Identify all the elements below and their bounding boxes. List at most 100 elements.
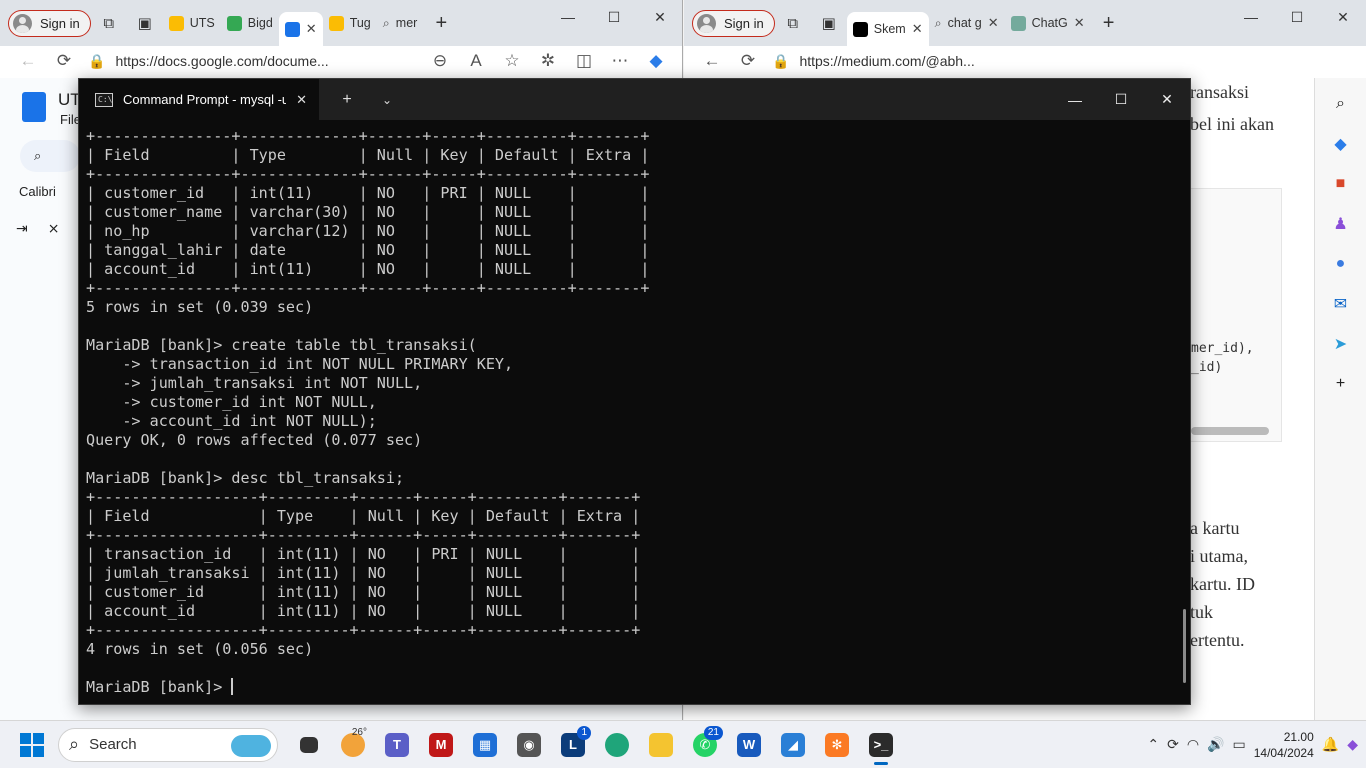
left-tab-mer[interactable]: ⌕ mer [377, 8, 424, 38]
right-tab-chatgpt[interactable]: ChatG ✕ [1005, 8, 1091, 38]
back-icon[interactable]: ← [10, 47, 46, 75]
chevron-up-icon[interactable]: ⌃ [1147, 736, 1159, 753]
code-block: mer_id), _id) [1190, 188, 1282, 442]
more-icon[interactable]: ⋯ [602, 47, 638, 75]
right-signin-button[interactable]: Sign in [692, 9, 775, 37]
terminal-scrollbar[interactable] [1183, 609, 1186, 683]
right-tab-chat-search[interactable]: ⌕ chat g ✕ [929, 8, 1005, 38]
minimize-icon[interactable]: — [1052, 79, 1098, 120]
windows-start-icon[interactable] [20, 732, 44, 757]
tab-close-icon[interactable]: ✕ [988, 15, 999, 31]
terminal-line: -> customer_id int NOT NULL, [86, 393, 377, 411]
tag-icon[interactable]: ◆ [1326, 128, 1356, 160]
mcafee-icon[interactable]: M [420, 725, 462, 765]
extensions-icon[interactable]: ✲ [530, 47, 566, 75]
maximize-icon[interactable]: ☐ [1274, 0, 1320, 34]
store-icon[interactable]: ▦ [464, 725, 506, 765]
command-prompt-window[interactable]: C:\ Command Prompt - mysql -u ✕ + ⌄ — ☐ ✕ … [78, 78, 1191, 705]
article-line: ransaksi [1190, 82, 1249, 102]
whatsapp-icon[interactable]: ✆ 21 [684, 725, 726, 765]
search-icon[interactable]: ⌕ [1326, 88, 1356, 120]
docs-search-menus[interactable]: ⌕ [20, 140, 80, 172]
edge-icon[interactable] [596, 725, 638, 765]
split-screen-icon[interactable]: ◫ [566, 47, 602, 75]
indent-icon[interactable]: ⇥ [16, 220, 28, 237]
maximize-icon[interactable]: ☐ [1098, 79, 1144, 120]
terminal-icon[interactable]: >_ [860, 725, 902, 765]
left-tab-bigd[interactable]: Bigd [221, 8, 279, 38]
font-selector[interactable]: Calibri [19, 184, 56, 199]
notification-bell-icon[interactable]: 🔔 [1322, 736, 1339, 753]
volume-icon[interactable]: 🔊 [1207, 736, 1224, 753]
terminal-tab[interactable]: C:\ Command Prompt - mysql -u ✕ [79, 79, 319, 120]
copilot-icon[interactable]: ◆ [638, 47, 674, 75]
battery-icon[interactable]: ▭ [1232, 736, 1245, 753]
l-app-icon[interactable]: L1 [552, 725, 594, 765]
games-icon[interactable]: ♟ [1326, 208, 1356, 240]
left-signin-button[interactable]: Sign in [8, 9, 91, 37]
tab-close-icon[interactable]: ✕ [1074, 15, 1085, 31]
terminal-output[interactable]: +---------------+-------------+------+--… [86, 127, 1178, 700]
whatsapp-badge: 21 [703, 725, 723, 740]
clock-time: 21.00 [1283, 729, 1314, 744]
workspaces-icon[interactable]: ⧉ [91, 8, 127, 38]
terminal-prompt-line[interactable]: MariaDB [bank]> [86, 678, 1178, 697]
workspaces-icon[interactable]: ⧉ [775, 8, 811, 38]
word-icon[interactable]: W [728, 725, 770, 765]
xampp-icon[interactable]: ✻ [816, 725, 858, 765]
terminal-line: | jumlah_transaksi | int(11) | NO | | NU… [86, 564, 641, 582]
right-tab-medium-active[interactable]: Skem ✕ [846, 12, 929, 46]
clock[interactable]: 21.00 14/04/2024 [1254, 729, 1314, 761]
clear-format-icon[interactable]: ⨯ [48, 220, 60, 237]
left-tab-uts[interactable]: UTS [163, 8, 221, 38]
tab-actions-icon[interactable]: ▣ [811, 8, 847, 38]
microsoft365-icon[interactable]: ● [1326, 248, 1356, 280]
new-tab-icon[interactable]: + [327, 91, 367, 109]
wifi-icon[interactable]: ◠ [1187, 736, 1199, 753]
close-icon[interactable]: ✕ [637, 0, 682, 34]
close-icon[interactable]: ✕ [1320, 0, 1366, 34]
left-address-bar[interactable]: 🔒 https://docs.google.com/docume... [82, 47, 329, 75]
cmd-icon: C:\ [95, 92, 113, 107]
tab-close-icon[interactable]: ✕ [912, 21, 923, 37]
favorite-icon[interactable]: ☆ [494, 47, 530, 75]
right-window-controls: — ☐ ✕ [1228, 0, 1366, 34]
copilot-icon[interactable]: ◆ [1347, 736, 1358, 753]
lock-icon: 🔒 [88, 52, 106, 69]
minimize-icon[interactable]: — [1228, 0, 1274, 34]
refresh-icon[interactable]: ⟳ [730, 47, 766, 75]
send-icon[interactable]: ➤ [1326, 328, 1356, 360]
outlook-icon[interactable]: ✉ [1326, 288, 1356, 320]
zoom-icon[interactable]: ⊖ [422, 47, 458, 75]
teams-icon[interactable]: T [376, 725, 418, 765]
tab-close-icon[interactable]: ✕ [306, 21, 317, 37]
new-tab-icon[interactable]: + [1091, 8, 1127, 38]
read-aloud-icon[interactable]: A [458, 47, 494, 75]
add-icon[interactable]: + [1326, 368, 1356, 400]
task-view-icon[interactable] [288, 725, 330, 765]
tab-close-icon[interactable]: ✕ [296, 92, 307, 108]
file-explorer-icon[interactable] [640, 725, 682, 765]
new-tab-icon[interactable]: + [423, 8, 459, 38]
search-icon: ⌕ [69, 734, 80, 754]
code-hscrollbar[interactable] [1191, 427, 1269, 435]
tools-icon[interactable]: ■ [1326, 168, 1356, 200]
right-address-bar[interactable]: 🔒 https://medium.com/@abh... [766, 47, 975, 75]
terminal-line: | transaction_id | int(11) | NO | PRI | … [86, 545, 641, 563]
sync-icon[interactable]: ⟳ [1167, 736, 1179, 753]
refresh-icon[interactable]: ⟳ [46, 47, 82, 75]
article-paragraph: a kartu i utama, kartu. ID tuk ertentu. [1190, 514, 1255, 654]
maximize-icon[interactable]: ☐ [591, 0, 637, 34]
camera-icon[interactable]: ◉ [508, 725, 550, 765]
left-tab-docs-active[interactable]: ✕ [278, 12, 323, 46]
minimize-icon[interactable]: — [545, 0, 591, 34]
back-icon[interactable]: ← [694, 47, 730, 75]
tab-actions-icon[interactable]: ▣ [127, 8, 163, 38]
lock-icon: 🔒 [772, 52, 790, 69]
paint-icon[interactable]: ◢ [772, 725, 814, 765]
left-tab-tug[interactable]: Tug [323, 8, 377, 38]
weather-icon[interactable]: 26° [332, 725, 374, 765]
close-icon[interactable]: ✕ [1144, 79, 1190, 120]
chevron-down-icon[interactable]: ⌄ [367, 93, 407, 107]
taskbar-search[interactable]: ⌕ Search [58, 727, 278, 762]
